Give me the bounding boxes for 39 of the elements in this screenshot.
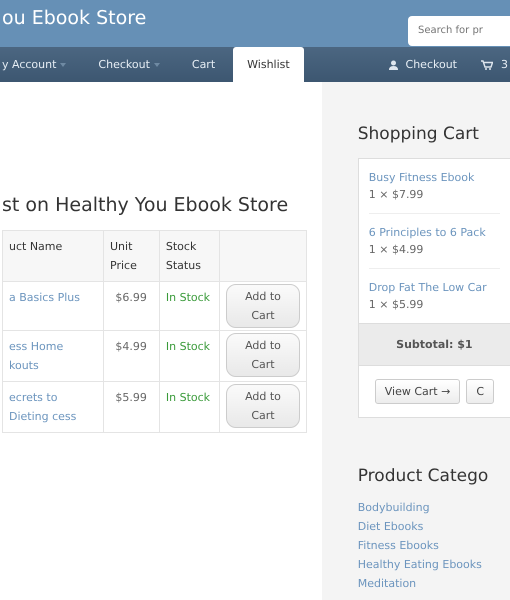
stock-cell: In Stock bbox=[159, 330, 220, 382]
categories-heading: Product Catego bbox=[358, 466, 488, 486]
checkout-link[interactable]: Checkout bbox=[376, 47, 469, 82]
cart-item-quantity: 1 × $4.99 bbox=[368, 243, 424, 256]
cart-heading: Shopping Cart bbox=[358, 124, 479, 144]
category-link[interactable]: Bodybuilding bbox=[358, 498, 430, 517]
cart-item-quantity: 1 × $5.99 bbox=[368, 298, 424, 311]
add-to-cart-button[interactable]: Add to Cart bbox=[226, 333, 300, 377]
nav-tab[interactable]: Cart bbox=[178, 47, 230, 82]
cart-button[interactable]: C bbox=[466, 379, 494, 404]
column-header: Stock Status bbox=[159, 230, 220, 282]
store-title[interactable]: ou Ebook Store bbox=[2, 6, 146, 28]
category-link[interactable]: Diet Ebooks bbox=[358, 517, 424, 536]
cart-item-link[interactable]: 6 Principles to 6 Pack bbox=[368, 226, 500, 239]
cart-link[interactable]: 3 bbox=[469, 47, 510, 82]
subtotal-text: Subtotal: $1 bbox=[358, 323, 510, 366]
stock-cell: In Stock bbox=[159, 282, 220, 330]
nav-tab[interactable]: Wishlist bbox=[233, 47, 304, 82]
category-link[interactable]: Fitness Ebooks bbox=[358, 536, 439, 555]
cart-item-link[interactable]: Drop Fat The Low Car bbox=[368, 281, 500, 294]
nav-tab[interactable]: y Account bbox=[0, 47, 80, 82]
add-to-cart-button[interactable]: Add to Cart bbox=[226, 284, 300, 328]
stock-cell: In Stock bbox=[159, 382, 220, 432]
page-heading: st on Healthy You Ebook Store bbox=[2, 194, 290, 216]
column-header: Unit Price bbox=[104, 230, 160, 282]
add-to-cart-button[interactable]: Add to Cart bbox=[226, 384, 300, 428]
price-cell: $6.99 bbox=[104, 282, 160, 330]
price-cell: $5.99 bbox=[104, 382, 160, 432]
column-header: uct Name bbox=[2, 230, 104, 282]
cart-button[interactable]: View Cart → bbox=[374, 379, 460, 404]
category-link[interactable]: Meditation bbox=[358, 574, 416, 593]
category-link[interactable]: Healthy Eating Ebooks bbox=[358, 555, 482, 574]
user-icon bbox=[388, 60, 398, 70]
cart-item-link[interactable]: Busy Fitness Ebook bbox=[368, 171, 500, 184]
nav-tab[interactable]: Checkout bbox=[84, 47, 174, 82]
search-field[interactable]: Search for pr bbox=[408, 16, 510, 46]
price-cell: $4.99 bbox=[104, 330, 160, 382]
cart-item-quantity: 1 × $7.99 bbox=[368, 188, 424, 201]
cart-icon bbox=[481, 60, 493, 70]
